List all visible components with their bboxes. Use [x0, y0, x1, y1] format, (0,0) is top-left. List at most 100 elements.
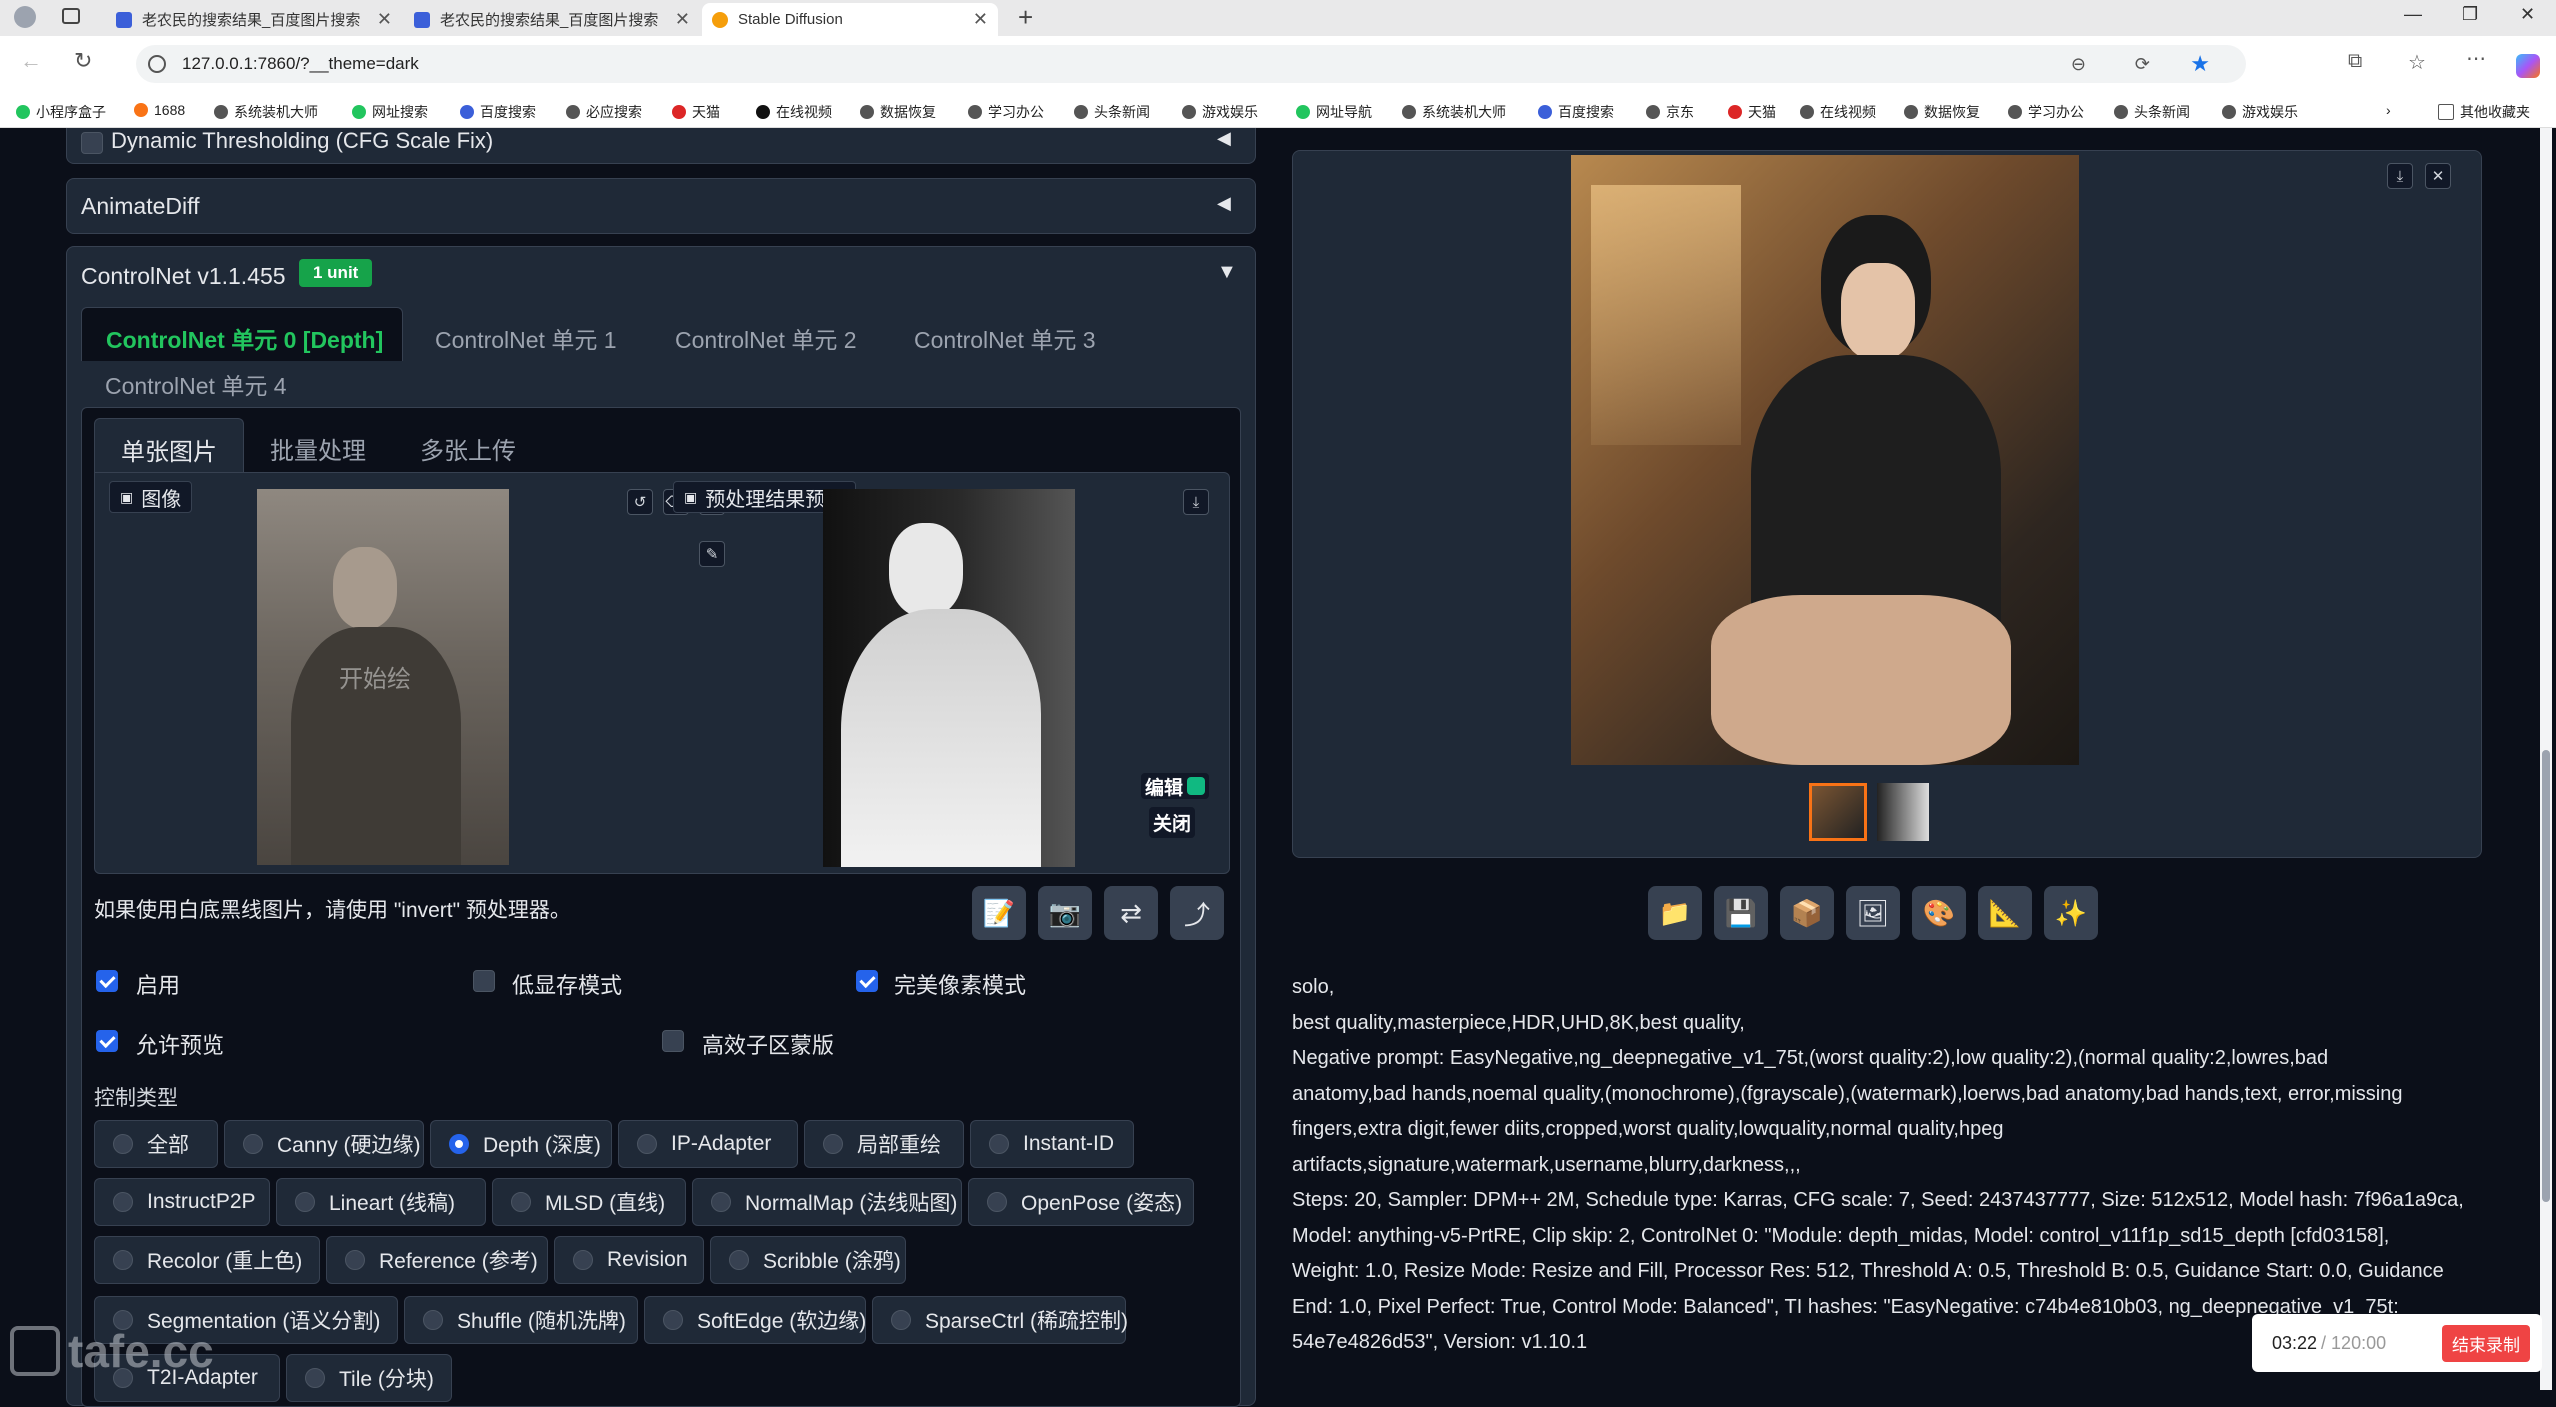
reload-icon[interactable]: ↻ [74, 48, 92, 74]
bookmark-item[interactable]: 游戏娱乐 [1182, 102, 1258, 122]
bookmark-item[interactable]: 网址导航 [1296, 102, 1372, 122]
address-bar[interactable]: 127.0.0.1:7860/?__theme=dark ⊖ ⟳ ★ [136, 45, 2246, 83]
control-type-inpaint[interactable]: 局部重绘 [804, 1120, 964, 1168]
allow-preview-checkbox[interactable] [96, 1030, 118, 1052]
control-type-lineart[interactable]: Lineart (线稿) [276, 1178, 486, 1226]
favorite-star-icon[interactable]: ★ [2190, 51, 2210, 77]
bookmark-item[interactable]: 必应搜索 [566, 102, 642, 122]
bookmark-item[interactable]: 数据恢复 [1904, 102, 1980, 122]
control-type-instant-id[interactable]: Instant-ID [970, 1120, 1134, 1168]
url-text[interactable]: 127.0.0.1:7860/?__theme=dark [182, 54, 419, 74]
collapse-arrow-icon[interactable]: ◀ [1217, 193, 1231, 214]
close-icon[interactable]: ✕ [2425, 163, 2451, 189]
bookmark-item[interactable]: 小程序盒子 [16, 102, 106, 122]
animatediff-accordion[interactable]: AnimateDiff ◀ [66, 178, 1256, 234]
sparkle-button[interactable]: ✨ [2044, 886, 2098, 940]
more-icon[interactable]: ⋯ [2466, 46, 2486, 71]
bookmark-item[interactable]: 系统装机大师 [1402, 102, 1506, 122]
control-type-sparsectrl[interactable]: SparseCtrl (稀疏控制) [872, 1296, 1128, 1344]
page-scrollbar[interactable] [2540, 128, 2552, 1390]
tab-stable-diffusion[interactable]: Stable Diffusion ✕ [702, 3, 998, 36]
bookmark-item[interactable]: 游戏娱乐 [2222, 102, 2298, 122]
extensions-icon[interactable]: ⧉ [2348, 50, 2362, 73]
tab-controlnet-unit-1[interactable]: ControlNet 单元 1 [435, 321, 617, 355]
edit-button[interactable]: 编辑 [1141, 773, 1210, 799]
brush-icon[interactable]: ✎ [699, 541, 725, 567]
new-canvas-button[interactable]: 📝 [972, 886, 1026, 940]
bookmark-item[interactable]: 学习办公 [2008, 102, 2084, 122]
bookmark-item[interactable]: 头条新闻 [1074, 102, 1150, 122]
translate-icon[interactable]: ⟳ [2135, 54, 2150, 75]
undo-icon[interactable]: ↺ [627, 489, 653, 515]
tab-baidu-1[interactable]: 老农民的搜索结果_百度图片搜索 ✕ [106, 3, 402, 36]
site-info-icon[interactable] [148, 55, 166, 73]
control-type-ip-adapter[interactable]: IP-Adapter [618, 1120, 798, 1168]
bookmark-item[interactable]: 网址搜索 [352, 102, 428, 122]
tab-batch[interactable]: 批量处理 [270, 431, 366, 466]
control-type-all[interactable]: 全部 [94, 1120, 218, 1168]
open-folder-button[interactable]: 📁 [1648, 886, 1702, 940]
tab-single-image[interactable]: 单张图片 [94, 418, 244, 472]
profile-icon[interactable] [14, 6, 36, 28]
tab-close-icon[interactable]: ✕ [973, 9, 988, 30]
control-type-scribble[interactable]: Scribble (涂鸦) [710, 1236, 906, 1284]
thumbnail-result[interactable] [1809, 783, 1867, 841]
send-to-img2img-button[interactable]: 🖼 [1846, 886, 1900, 940]
pixel-perfect-checkbox[interactable] [856, 970, 878, 992]
copilot-icon[interactable] [2516, 54, 2540, 78]
bookmark-item[interactable]: 在线视频 [1800, 102, 1876, 122]
source-image-old-farmer[interactable]: 开始绘 [257, 489, 509, 865]
bookmark-item[interactable]: 在线视频 [756, 102, 832, 122]
control-type-openpose[interactable]: OpenPose (姿态) [968, 1178, 1194, 1226]
expand-arrow-icon[interactable]: ▼ [1217, 261, 1237, 284]
control-type-revision[interactable]: Revision [554, 1236, 704, 1284]
restore-icon[interactable]: ❐ [2462, 4, 2478, 25]
tab-multi-upload[interactable]: 多张上传 [420, 431, 516, 466]
back-icon[interactable]: ← [20, 48, 42, 74]
tab-controlnet-unit-2[interactable]: ControlNet 单元 2 [675, 321, 857, 355]
collapse-arrow-icon[interactable]: ◀ [1217, 128, 1231, 149]
tab-controlnet-unit-3[interactable]: ControlNet 单元 3 [914, 321, 1096, 355]
bookmark-item[interactable]: 百度搜索 [460, 102, 536, 122]
control-type-tile[interactable]: Tile (分块) [286, 1354, 452, 1402]
control-type-softedge[interactable]: SoftEdge (软边缘) [644, 1296, 866, 1344]
bookmark-item[interactable]: 学习办公 [968, 102, 1044, 122]
stop-recording-button[interactable]: 结束录制 [2442, 1324, 2530, 1362]
control-type-mlsd[interactable]: MLSD (直线) [492, 1178, 686, 1226]
download-icon[interactable]: ⤓ [1183, 489, 1209, 515]
efficient-mask-checkbox[interactable] [662, 1030, 684, 1052]
close-button[interactable]: 关闭 [1149, 807, 1196, 838]
mirror-webcam-button[interactable]: ⇄ [1104, 886, 1158, 940]
bookmark-item[interactable]: 系统装机大师 [214, 102, 318, 122]
bookmark-item[interactable]: 天猫 [672, 102, 720, 122]
other-bookmarks[interactable]: 其他收藏夹 [2438, 102, 2530, 122]
bookmarks-overflow-icon[interactable]: › [2386, 102, 2391, 118]
controlnet-title[interactable]: ControlNet v1.1.455 [81, 263, 286, 290]
minimize-icon[interactable]: — [2404, 4, 2422, 25]
bookmark-item[interactable]: 数据恢复 [860, 102, 936, 122]
save-button[interactable]: 💾 [1714, 886, 1768, 940]
tab-baidu-2[interactable]: 老农民的搜索结果_百度图片搜索 ✕ [404, 3, 700, 36]
control-type-recolor[interactable]: Recolor (重上色) [94, 1236, 320, 1284]
control-type-canny[interactable]: Canny (硬边缘) [224, 1120, 424, 1168]
webcam-button[interactable]: 📷 [1038, 886, 1092, 940]
bookmark-item[interactable]: 京东 [1646, 102, 1694, 122]
tab-controlnet-unit-0[interactable]: ControlNet 单元 0 [Depth] [81, 307, 403, 361]
depth-preview-image[interactable] [823, 489, 1075, 867]
tab-close-icon[interactable]: ✕ [377, 9, 392, 30]
dynamic-thresholding-checkbox[interactable] [81, 132, 103, 154]
thumbnail-depth[interactable] [1877, 783, 1929, 841]
dynamic-thresholding-accordion[interactable]: Dynamic Thresholding (CFG Scale Fix) ◀ [66, 128, 1256, 164]
bookmark-item[interactable]: 天猫 [1728, 102, 1776, 122]
control-type-instructp2p[interactable]: InstructP2P [94, 1178, 270, 1226]
control-type-normalmap[interactable]: NormalMap (法线贴图) [692, 1178, 962, 1226]
send-dimensions-button[interactable]: ⤴ [1170, 886, 1224, 940]
download-icon[interactable]: ⤓ [2387, 163, 2413, 189]
enable-checkbox[interactable] [96, 970, 118, 992]
tab-close-icon[interactable]: ✕ [675, 9, 690, 30]
scrollbar-thumb[interactable] [2542, 750, 2550, 1202]
new-tab-icon[interactable]: + [1018, 2, 1033, 33]
generated-image-main[interactable] [1571, 155, 2079, 765]
tab-controlnet-unit-4[interactable]: ControlNet 单元 4 [105, 367, 287, 401]
window-close-icon[interactable]: ✕ [2520, 4, 2535, 25]
